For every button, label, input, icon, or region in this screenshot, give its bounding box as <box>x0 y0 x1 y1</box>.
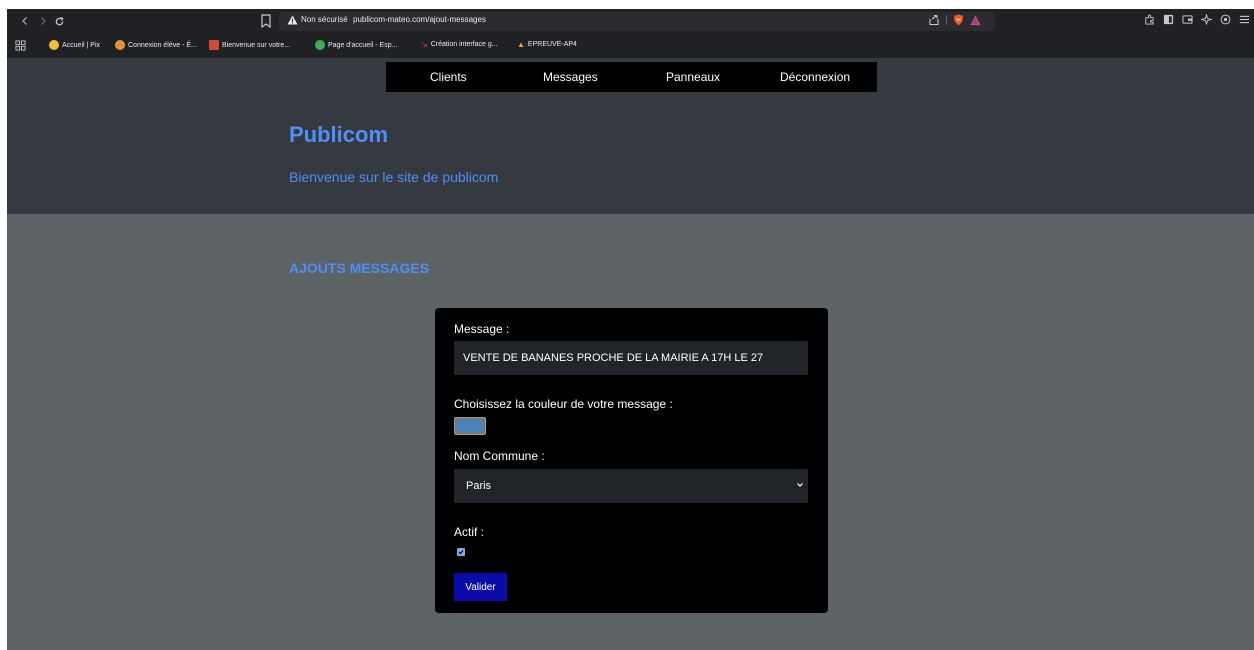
bookmark-item[interactable]: Connexion élève - É... <box>115 40 197 50</box>
reload-icon[interactable] <box>51 13 67 29</box>
message-input[interactable] <box>454 341 808 375</box>
bookmark-label: EPREUVE-AP4 <box>527 41 577 48</box>
bookmark-item[interactable]: ▲ EPREUVE-AP4 <box>517 40 577 49</box>
bookmark-item[interactable]: ↘ Création interface g... <box>421 40 498 49</box>
leo-ai-icon[interactable] <box>1201 14 1212 25</box>
bookmark-icon[interactable] <box>260 14 272 28</box>
bookmark-label: Connexion élève - É... <box>128 41 197 49</box>
brave-rewards-icon[interactable] <box>970 14 981 26</box>
wallet-icon[interactable] <box>1182 14 1193 25</box>
browser-toolbar: Non sécurisé publicom-mateo.com/ajout-me… <box>7 9 1254 34</box>
color-picker[interactable] <box>454 417 486 435</box>
warning-icon <box>287 15 298 25</box>
site-subtitle: Bienvenue sur le site de publicom <box>289 169 499 185</box>
design-icon: ↘ <box>421 40 428 49</box>
commune-selected-value: Paris <box>466 480 492 492</box>
color-label: Choisissez la couleur de votre message : <box>454 397 673 411</box>
bookmarks-bar: Accueil | Pix Connexion élève - É... Bie… <box>7 34 1254 58</box>
bookmark-label: Création interface g... <box>430 41 498 48</box>
vpn-icon[interactable] <box>1220 14 1231 25</box>
section-title: AJOUTS MESSAGES <box>289 260 430 276</box>
extensions-area <box>1144 14 1250 25</box>
message-label: Message : <box>454 322 510 336</box>
bookmark-label: Bienvenue sur votre... <box>222 41 291 49</box>
forward-icon[interactable] <box>35 13 51 29</box>
page-header: Clients Messages Panneaux Déconnexion Pu… <box>7 58 1254 214</box>
user-icon <box>115 40 125 50</box>
brave-shield-icon[interactable] <box>953 14 964 26</box>
main-nav: Clients Messages Panneaux Déconnexion <box>386 62 877 92</box>
drive-icon: ▲ <box>517 40 525 49</box>
ent-icon <box>315 40 325 50</box>
share-icon[interactable] <box>928 14 940 26</box>
commune-select[interactable]: Paris <box>454 469 808 503</box>
nav-deconnexion[interactable]: Déconnexion <box>780 70 850 84</box>
separator <box>946 15 947 25</box>
bookmark-label: Accueil | Pix <box>62 41 100 49</box>
actif-label: Actif : <box>454 525 485 539</box>
commune-label: Nom Commune : <box>454 449 545 463</box>
site-icon <box>209 40 219 50</box>
actif-checkbox[interactable] <box>457 548 465 556</box>
sidebar-icon[interactable] <box>1163 14 1174 25</box>
nav-panneaux[interactable]: Panneaux <box>666 70 720 84</box>
back-icon[interactable] <box>17 13 33 29</box>
checkmark-icon <box>458 550 464 555</box>
nav-messages[interactable]: Messages <box>543 70 598 84</box>
address-bar[interactable]: Non sécurisé publicom-mateo.com/ajout-me… <box>279 12 995 31</box>
add-message-form: Message : Choisissez la couleur de votre… <box>435 308 828 613</box>
pix-icon <box>49 40 59 50</box>
submit-button[interactable]: Valider <box>454 573 507 601</box>
bookmark-item[interactable]: Accueil | Pix <box>49 40 100 50</box>
bookmark-label: Page d'accueil - Esp... <box>328 41 398 49</box>
chevron-down-icon <box>797 483 803 487</box>
web-page: Clients Messages Panneaux Déconnexion Pu… <box>7 58 1254 650</box>
url-text: publicom-mateo.com/ajout-messages <box>353 15 486 24</box>
browser-chrome: Non sécurisé publicom-mateo.com/ajout-me… <box>7 9 1254 58</box>
menu-icon[interactable] <box>1239 14 1250 25</box>
apps-grid-icon[interactable] <box>15 40 26 51</box>
extension-icon[interactable] <box>1144 14 1155 25</box>
security-label: Non sécurisé <box>301 15 348 24</box>
bookmark-item[interactable]: Bienvenue sur votre... <box>209 40 290 50</box>
site-title: Publicom <box>289 122 389 147</box>
nav-clients[interactable]: Clients <box>430 70 467 84</box>
bookmark-item[interactable]: Page d'accueil - Esp... <box>315 40 397 50</box>
color-preview <box>457 420 483 432</box>
